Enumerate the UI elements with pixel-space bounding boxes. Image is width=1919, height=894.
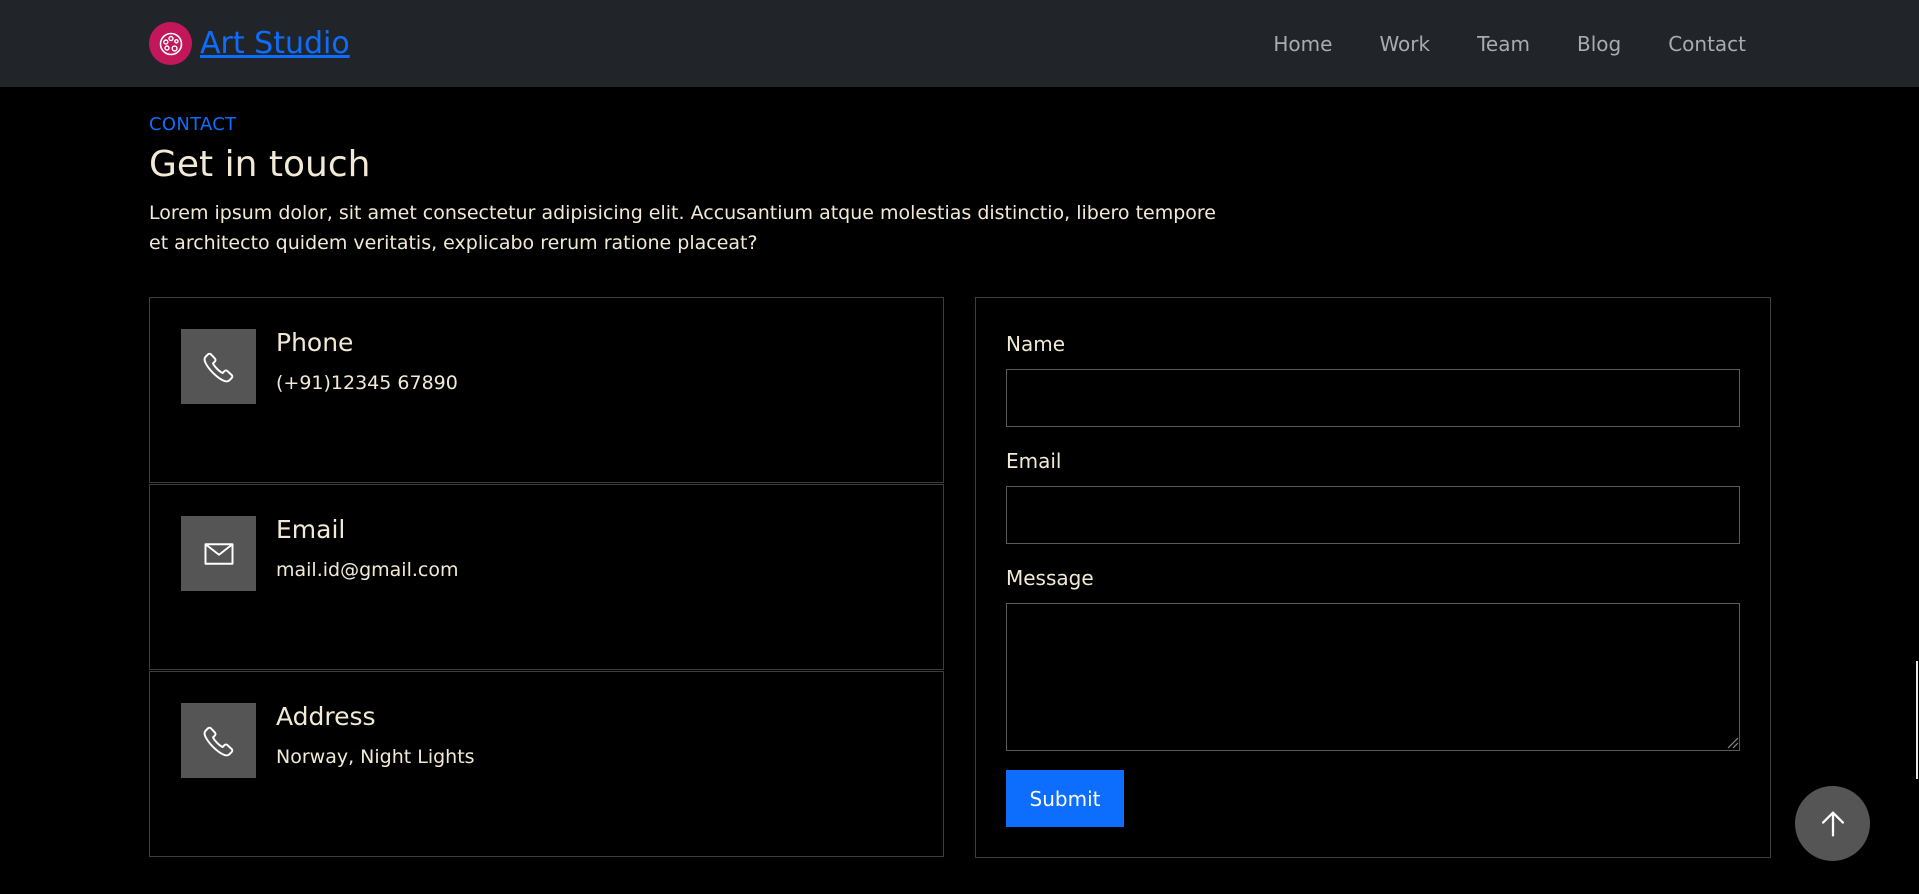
nav-link-contact[interactable]: Contact	[1668, 32, 1746, 56]
section-title: Get in touch	[149, 144, 371, 185]
palette-icon	[149, 22, 192, 65]
email-label: Email	[1006, 449, 1062, 473]
info-value: mail.id@gmail.com	[276, 559, 459, 581]
info-title: Phone	[276, 328, 354, 357]
info-value: (+91)12345 67890	[276, 372, 458, 394]
resize-grip-icon[interactable]	[1725, 735, 1739, 749]
brand-link[interactable]: Art Studio	[149, 22, 350, 65]
info-value: Norway, Night Lights	[276, 746, 475, 768]
nav-link-home[interactable]: Home	[1273, 32, 1332, 56]
name-input[interactable]	[1006, 369, 1740, 427]
envelope-icon	[181, 516, 256, 591]
email-input[interactable]	[1006, 486, 1740, 544]
name-label: Name	[1006, 332, 1066, 356]
info-card-address: Address Norway, Night Lights	[149, 671, 944, 857]
info-title: Address	[276, 702, 376, 731]
info-card-email: Email mail.id@gmail.com	[149, 484, 944, 670]
nav-menu: Home Work Team Blog Contact	[1226, 0, 1746, 87]
navbar: Art Studio Home Work Team Blog Contact	[0, 0, 1919, 87]
info-card-phone: Phone (+91)12345 67890	[149, 297, 944, 483]
info-title: Email	[276, 515, 346, 544]
phone-icon	[181, 329, 256, 404]
arrow-up-icon	[1821, 811, 1844, 836]
phone-icon	[181, 703, 256, 778]
nav-link-work[interactable]: Work	[1379, 32, 1430, 56]
message-label: Message	[1006, 566, 1094, 590]
section-description: Lorem ipsum dolor, sit amet consectetur …	[149, 202, 1216, 254]
section-tag: CONTACT	[149, 114, 237, 135]
brand-name: Art Studio	[200, 25, 350, 61]
scroll-to-top-button[interactable]	[1795, 786, 1870, 861]
message-textarea[interactable]	[1006, 603, 1740, 751]
contact-form: Name Email Message Submit	[975, 297, 1771, 858]
nav-link-blog[interactable]: Blog	[1577, 32, 1621, 56]
submit-button[interactable]: Submit	[1006, 770, 1124, 827]
nav-link-team[interactable]: Team	[1477, 32, 1530, 56]
page-scrollbar[interactable]	[1914, 0, 1919, 894]
scrollbar-thumb[interactable]	[1916, 661, 1918, 779]
